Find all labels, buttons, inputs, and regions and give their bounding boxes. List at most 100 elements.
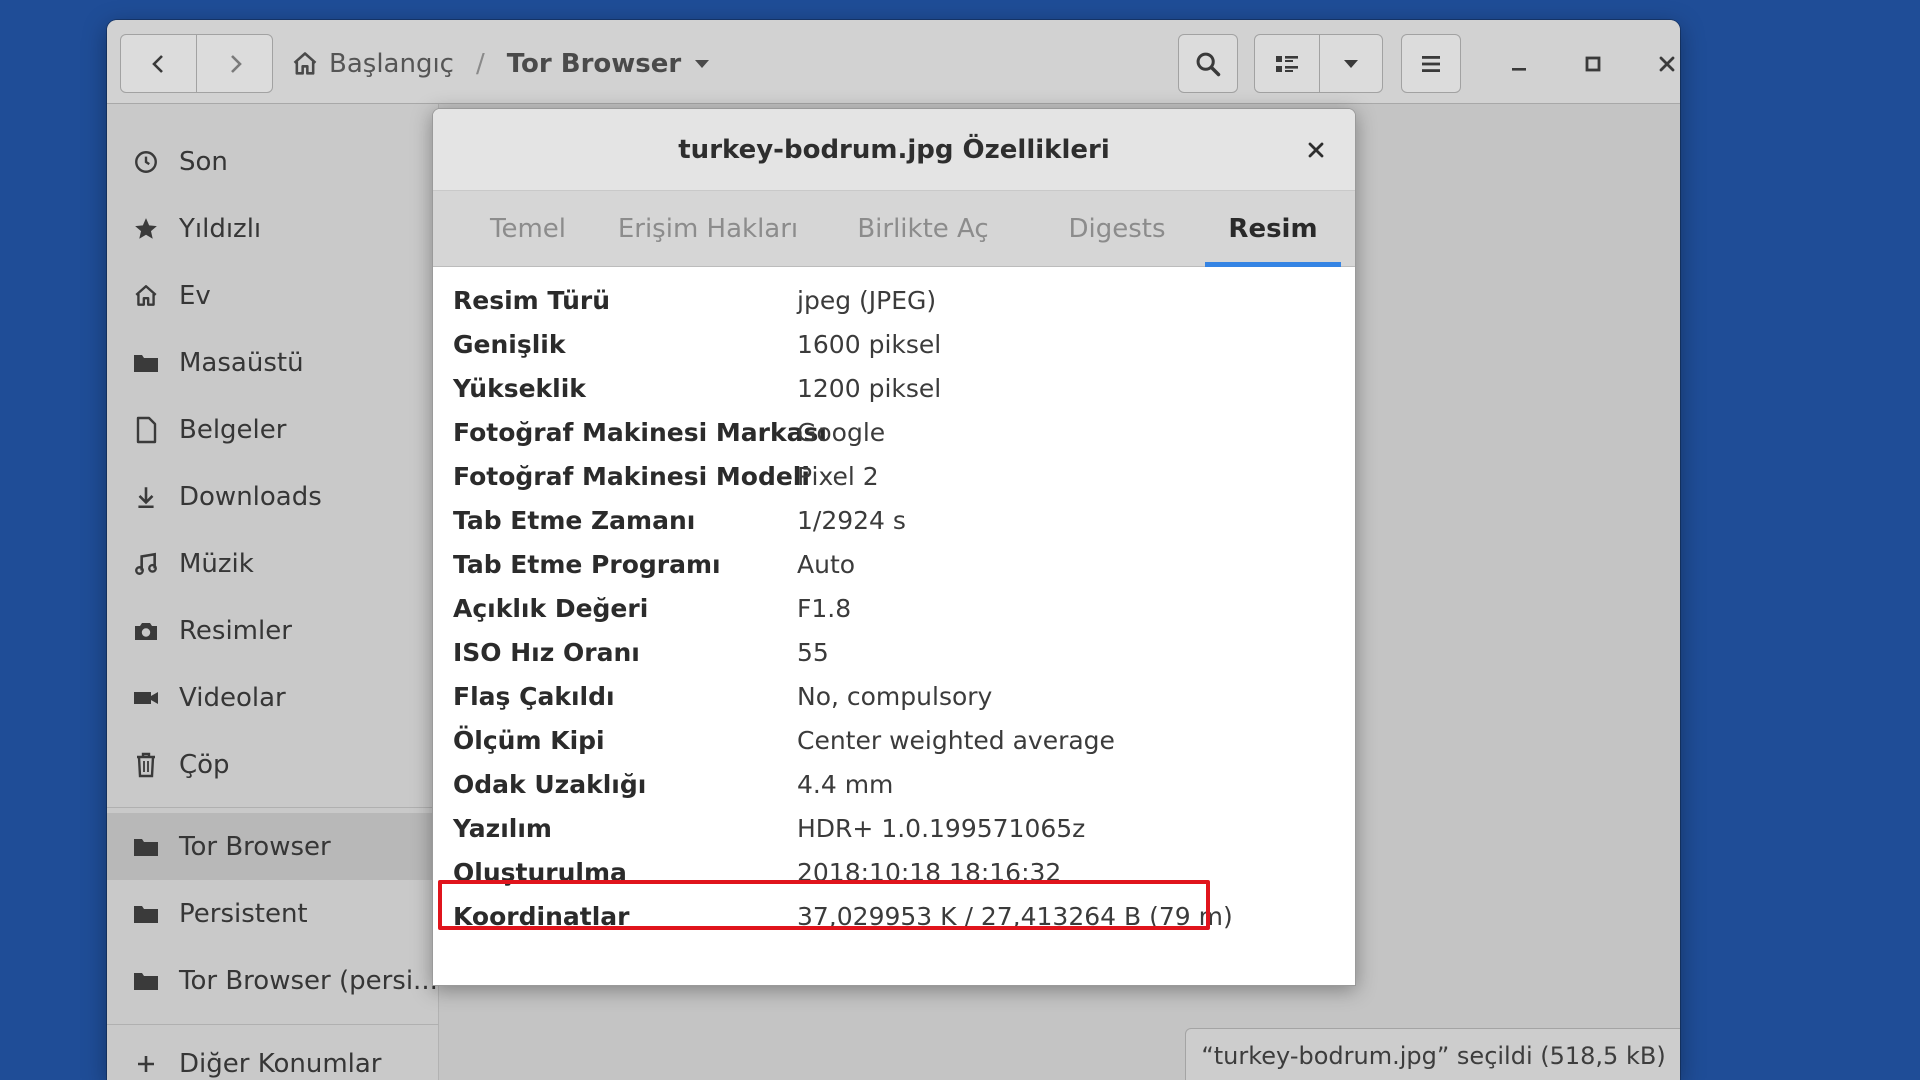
property-key: Tab Etme Programı [453,549,721,579]
sidebar-item-music[interactable]: Müzik [107,530,439,597]
clock-icon [135,150,157,173]
property-value: HDR+ 1.0.199571065z [797,813,1086,843]
sidebar: Son Yıldızlı Ev Masaüstü Belgeler Downlo… [107,104,439,1080]
property-row: Ölçüm Kipi Center weighted average [453,718,1313,762]
sidebar-item-label: Belgeler [179,414,287,445]
tab-label: Erişim Hakları [617,214,799,244]
property-row: Tab Etme Programı Auto [453,542,1313,586]
hamburger-menu-icon [1422,55,1440,72]
download-icon [138,486,154,508]
close-window-button[interactable] [1637,34,1680,93]
sidebar-item-label: Masaüstü [179,347,304,378]
dialog-titlebar: turkey-bodrum.jpg Özellikleri [433,109,1355,191]
path-crumb-home[interactable]: Başlangıç [279,49,466,79]
sidebar-item-starred[interactable]: Yıldızlı [107,195,439,262]
sidebar-item-label: Videolar [179,682,286,713]
property-key: Ölçüm Kipi [453,725,605,755]
sidebar-item-documents[interactable]: Belgeler [107,396,439,463]
sidebar-item-home[interactable]: Ev [107,262,439,329]
trash-icon [137,752,155,777]
home-icon [135,284,157,306]
sidebar-item-desktop[interactable]: Masaüstü [107,329,439,396]
property-value: 4.4 mm [797,769,894,799]
property-row: Flaş Çakıldı No, compulsory [453,674,1313,718]
sidebar-item-downloads[interactable]: Downloads [107,463,439,530]
forward-button[interactable] [196,35,272,92]
tab-digests[interactable]: Digests [1033,191,1201,267]
property-value: No, compulsory [797,681,993,711]
sidebar-item-trash[interactable]: Çöp [107,731,439,798]
sidebar-item-label: Persistent [179,898,308,929]
dialog-tabs: Temel Erişim Hakları Birlikte Aç Digests… [433,191,1355,267]
dialog-close-button[interactable] [1299,133,1333,167]
chevron-left-icon [151,54,163,73]
home-icon [293,51,317,75]
tab-open-with[interactable]: Birlikte Aç [833,191,1013,267]
property-row: Fotoğraf Makinesi Modeli Pixel 2 [453,454,1313,498]
plus-icon [138,1055,154,1072]
sidebar-separator [107,807,439,808]
camera-icon [135,622,157,640]
chevron-right-icon [230,54,242,73]
caret-down-icon [695,59,710,68]
property-key: Genişlik [453,329,566,359]
sidebar-item-label: Diğer Konumlar [179,1048,382,1079]
sidebar-item-label: Müzik [179,548,254,579]
folder-icon [134,838,158,856]
property-value: jpeg (JPEG) [797,285,937,315]
tab-label: Resim [1228,214,1318,244]
maximize-button[interactable] [1563,34,1623,93]
sidebar-item-label: Yıldızlı [179,213,262,244]
tab-label: Temel [489,214,566,244]
status-text: “turkey-bodrum.jpg” seçildi (518,5 kB) [1201,1042,1666,1070]
path-bar: Başlangıç / Tor Browser [279,34,723,93]
close-icon [1308,142,1324,158]
sidebar-item-videos[interactable]: Videolar [107,664,439,731]
property-row: ISO Hız Oranı 55 [453,630,1313,674]
property-row: Fotoğraf Makinesi Markası Google [453,410,1313,454]
property-row: Açıklık Değeri F1.8 [453,586,1313,630]
coordinates-highlight-box [438,880,1210,930]
sidebar-item-pictures[interactable]: Resimler [107,597,439,664]
folder-icon [134,905,158,923]
tab-basic[interactable]: Temel [461,191,595,267]
sidebar-item-recent[interactable]: Son [107,128,439,195]
list-view-icon [1275,55,1298,72]
sidebar-item-tor-browser[interactable]: Tor Browser [107,813,439,880]
tab-label: Digests [1068,214,1166,244]
sidebar-item-label: Resimler [179,615,292,646]
path-crumb-current[interactable]: Tor Browser [495,49,723,79]
maximize-icon [1585,56,1601,71]
sidebar-item-persistent[interactable]: Persistent [107,880,439,947]
search-icon [1196,52,1221,76]
property-value: 1600 piksel [797,329,942,359]
view-options-dropdown[interactable] [1318,35,1383,92]
menu-button[interactable] [1401,34,1461,93]
property-row: Resim Türü jpeg (JPEG) [453,278,1313,322]
music-icon [135,552,157,575]
sidebar-item-label: Tor Browser (persi... [179,965,438,996]
property-value: 55 [797,637,829,667]
property-key: Fotoğraf Makinesi Markası [453,417,827,447]
property-row: Genişlik 1600 piksel [453,322,1313,366]
sidebar-item-label: Son [179,146,228,177]
property-value: Google [797,417,886,447]
sidebar-item-other-locations[interactable]: Diğer Konumlar [107,1030,439,1080]
property-key: Odak Uzaklığı [453,769,647,799]
tab-image[interactable]: Resim [1205,191,1341,267]
property-key: ISO Hız Oranı [453,637,640,667]
minimize-button[interactable] [1489,34,1549,93]
back-button[interactable] [121,35,196,92]
property-key: Yazılım [453,813,552,843]
path-crumb-home-label: Başlangıç [329,48,454,79]
sidebar-item-tor-browser-persistent[interactable]: Tor Browser (persi... [107,947,439,1014]
minimize-icon [1512,67,1526,71]
tab-permissions[interactable]: Erişim Hakları [608,191,808,267]
search-button[interactable] [1178,34,1238,93]
property-value: F1.8 [797,593,852,623]
property-value: Auto [797,549,856,579]
navigation-buttons [120,34,273,93]
header-bar: Başlangıç / Tor Browser [107,20,1680,104]
property-key: Yükseklik [453,373,586,403]
view-mode-button[interactable] [1255,35,1319,92]
